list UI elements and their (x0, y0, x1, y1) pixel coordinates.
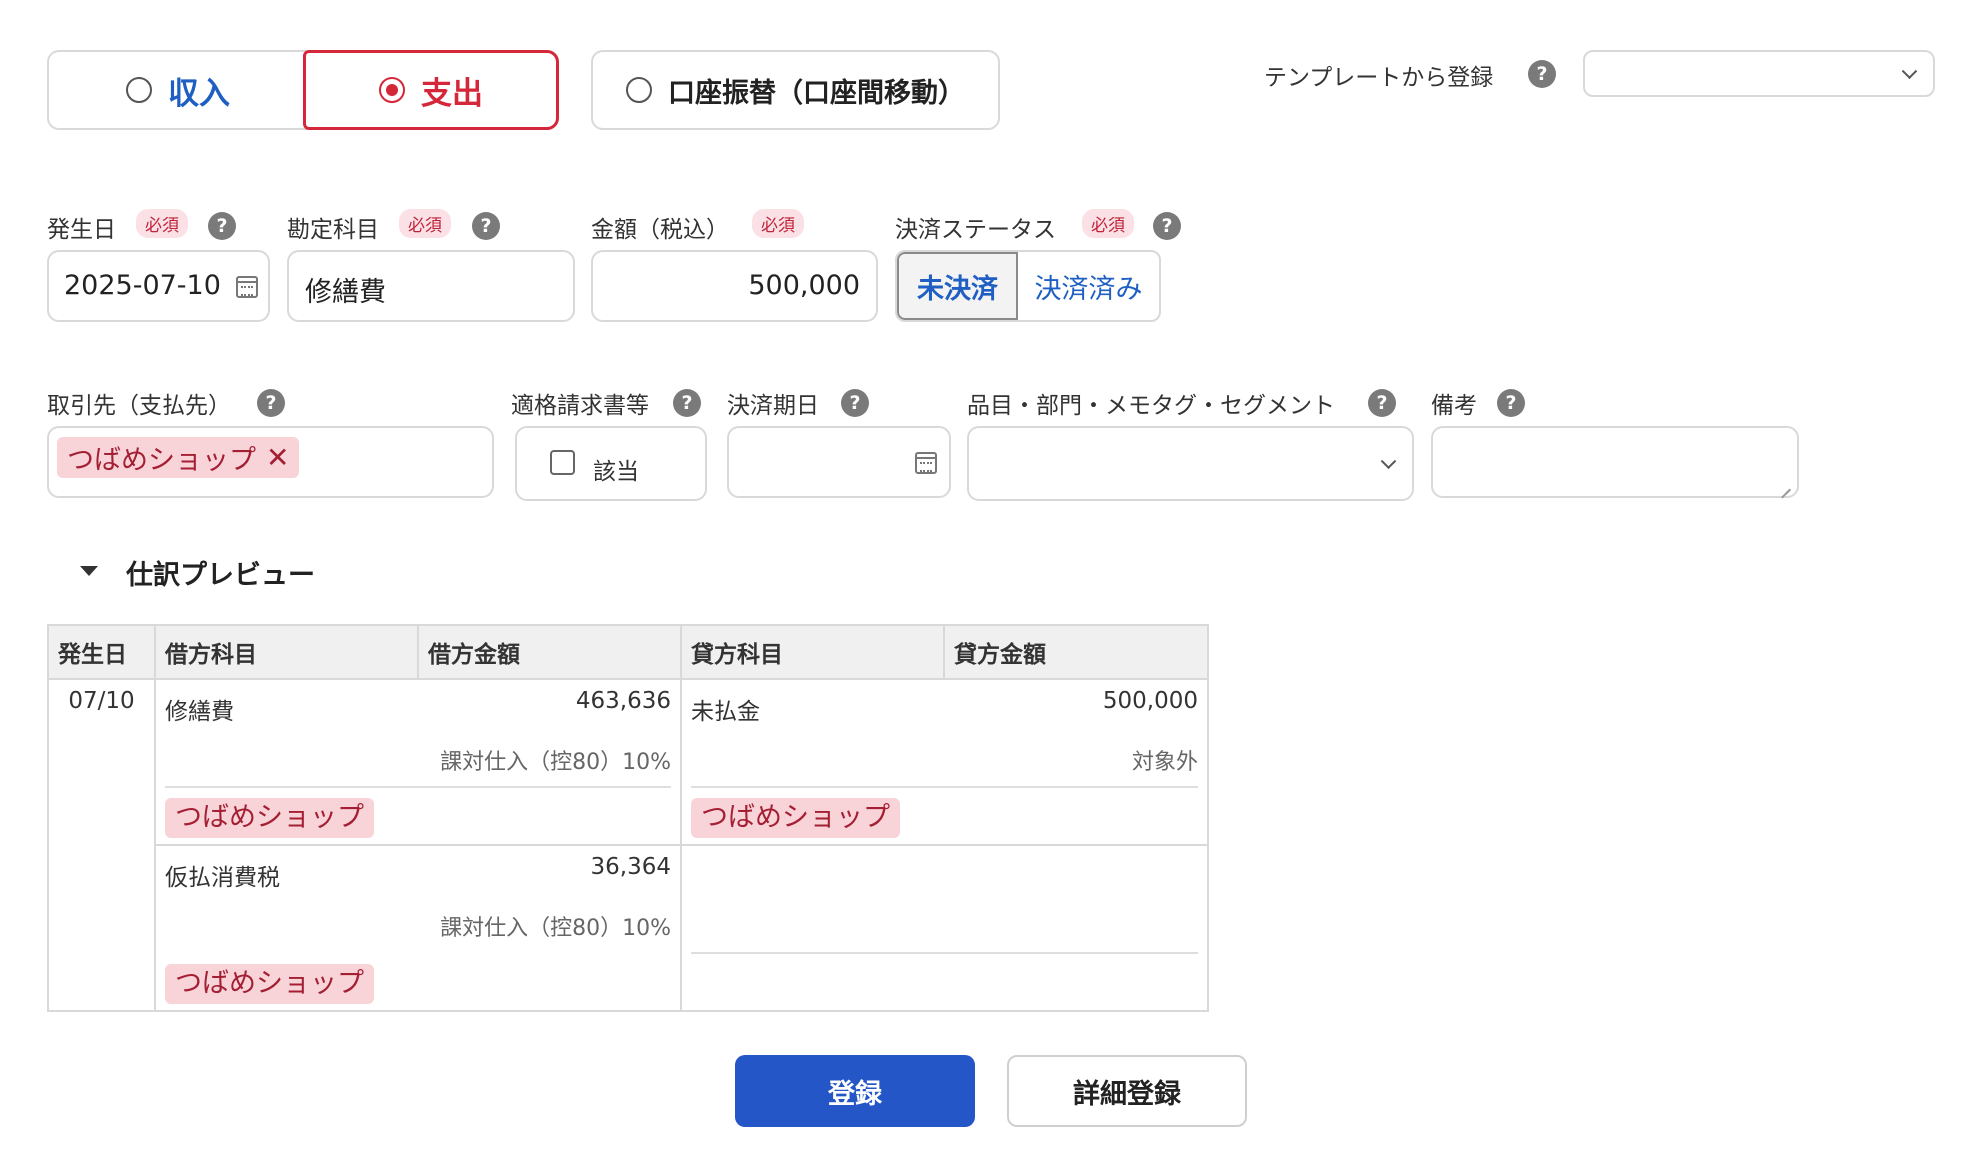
divider (165, 786, 671, 788)
required-badge: 必須 (399, 209, 451, 238)
status-toggle-group: 未決済 決済済み (895, 250, 1161, 322)
required-badge: 必須 (136, 209, 188, 238)
help-icon[interactable]: ? (673, 389, 701, 417)
help-icon[interactable]: ? (1497, 389, 1525, 417)
column-header: 貸方科目 (680, 624, 945, 680)
chevron-down-icon (1901, 62, 1918, 79)
column-header: 発生日 (47, 624, 156, 680)
debit-cell: 修繕費 463,636 課対仕入（控80）10% つばめショップ (154, 679, 682, 845)
required-badge: 必須 (1082, 209, 1134, 238)
debit-amount: 36,364 (590, 854, 671, 880)
date-input[interactable]: 2025-07-10 (47, 250, 270, 322)
caret-down-icon[interactable] (80, 566, 98, 576)
template-label: テンプレートから登録 (1264, 65, 1494, 91)
help-icon[interactable]: ? (841, 389, 869, 417)
status-label: 決済ステータス (895, 217, 1056, 243)
column-header: 借方科目 (154, 624, 419, 680)
debit-tax: 課対仕入（控80）10% (440, 916, 671, 941)
debit-account: 仮払消費税 (165, 865, 280, 891)
radio-icon (379, 77, 405, 103)
invoice-checkbox[interactable] (550, 450, 575, 475)
partner-label: 取引先（支払先） (47, 393, 231, 419)
amount-input-value: 500,000 (748, 270, 860, 301)
debit-account: 修繕費 (165, 699, 234, 725)
invoice-checkbox-field[interactable]: 該当 (515, 426, 707, 501)
status-unpaid-button[interactable]: 未決済 (897, 252, 1018, 320)
template-select[interactable] (1583, 50, 1935, 97)
type-expense-label: 支出 (421, 75, 483, 112)
divider (691, 952, 1198, 954)
chevron-down-icon (1380, 452, 1397, 469)
journal-preview-table: 発生日 借方科目 借方金額 貸方科目 貸方金額 07/10 修繕費 463,63… (47, 624, 1209, 1012)
date-input-value: 2025-07-10 (64, 270, 221, 301)
partner-input[interactable]: つばめショップ ✕ (47, 426, 494, 498)
invoice-label: 適格請求書等 (511, 393, 649, 419)
partner-chip: つばめショップ ✕ (57, 437, 300, 478)
help-icon[interactable]: ? (472, 212, 500, 240)
date-label: 発生日 (47, 217, 116, 243)
help-icon[interactable]: ? (257, 389, 285, 417)
credit-account: 未払金 (691, 699, 760, 725)
credit-partner-chip: つばめショップ (691, 798, 900, 838)
debit-amount: 463,636 (575, 688, 671, 714)
column-header: 借方金額 (417, 624, 682, 680)
type-expense-option[interactable]: 支出 (303, 50, 559, 130)
account-input-value: 修繕費 (305, 277, 386, 308)
close-icon[interactable]: ✕ (266, 441, 289, 474)
credit-amount: 500,000 (1102, 688, 1198, 714)
divider (691, 786, 1198, 788)
radio-icon (626, 77, 652, 103)
type-income-label: 収入 (168, 75, 230, 112)
type-transfer-option[interactable]: 口座振替（口座間移動） (591, 50, 1000, 130)
credit-cell: 未払金 500,000 対象外 つばめショップ (680, 679, 1209, 845)
resize-handle-icon[interactable] (1779, 478, 1791, 490)
table-row: 07/10 修繕費 463,636 課対仕入（控80）10% つばめショップ 未… (47, 679, 1209, 1012)
account-label: 勘定科目 (287, 217, 379, 243)
debit-cell: 仮払消費税 36,364 課対仕入（控80）10% つばめショップ (154, 844, 682, 1012)
type-income-option[interactable]: 収入 (47, 50, 307, 130)
help-icon[interactable]: ? (1528, 60, 1556, 88)
help-icon[interactable]: ? (1368, 389, 1396, 417)
register-button[interactable]: 登録 (735, 1055, 975, 1127)
invoice-checkbox-label: 該当 (593, 459, 639, 485)
preview-title[interactable]: 仕訳プレビュー (126, 553, 315, 592)
credit-cell (680, 844, 1209, 1012)
amount-input[interactable]: 500,000 (591, 250, 878, 322)
help-icon[interactable]: ? (208, 212, 236, 240)
table-row: 仮払消費税 36,364 課対仕入（控80）10% つばめショップ (48, 844, 1209, 1012)
tags-label: 品目・部門・メモタグ・セグメント (967, 393, 1335, 419)
detail-register-button[interactable]: 詳細登録 (1007, 1055, 1247, 1127)
memo-textarea[interactable] (1431, 426, 1799, 498)
radio-icon (126, 77, 152, 103)
debit-partner-chip: つばめショップ (165, 964, 374, 1004)
column-header: 貸方金額 (943, 624, 1209, 680)
account-input[interactable]: 修繕費 (287, 250, 575, 322)
calendar-icon[interactable] (915, 452, 937, 474)
type-transfer-label: 口座振替（口座間移動） (668, 77, 965, 109)
amount-label: 金額（税込） (591, 217, 729, 243)
table-header-row: 発生日 借方科目 借方金額 貸方科目 貸方金額 (47, 624, 1209, 680)
calendar-icon[interactable] (236, 276, 258, 298)
memo-label: 備考 (1431, 393, 1477, 419)
debit-partner-chip: つばめショップ (165, 798, 374, 838)
debit-tax: 課対仕入（控80）10% (440, 750, 671, 775)
help-icon[interactable]: ? (1153, 212, 1181, 240)
tags-select[interactable] (967, 426, 1414, 501)
required-badge: 必須 (752, 209, 804, 238)
credit-tax: 対象外 (1131, 750, 1198, 775)
partner-chip-label: つばめショップ (67, 445, 256, 476)
status-paid-button[interactable]: 決済済み (1018, 252, 1159, 320)
due-date-label: 決済期日 (727, 393, 819, 419)
date-cell: 07/10 (47, 679, 156, 1012)
due-date-input[interactable] (727, 426, 951, 498)
